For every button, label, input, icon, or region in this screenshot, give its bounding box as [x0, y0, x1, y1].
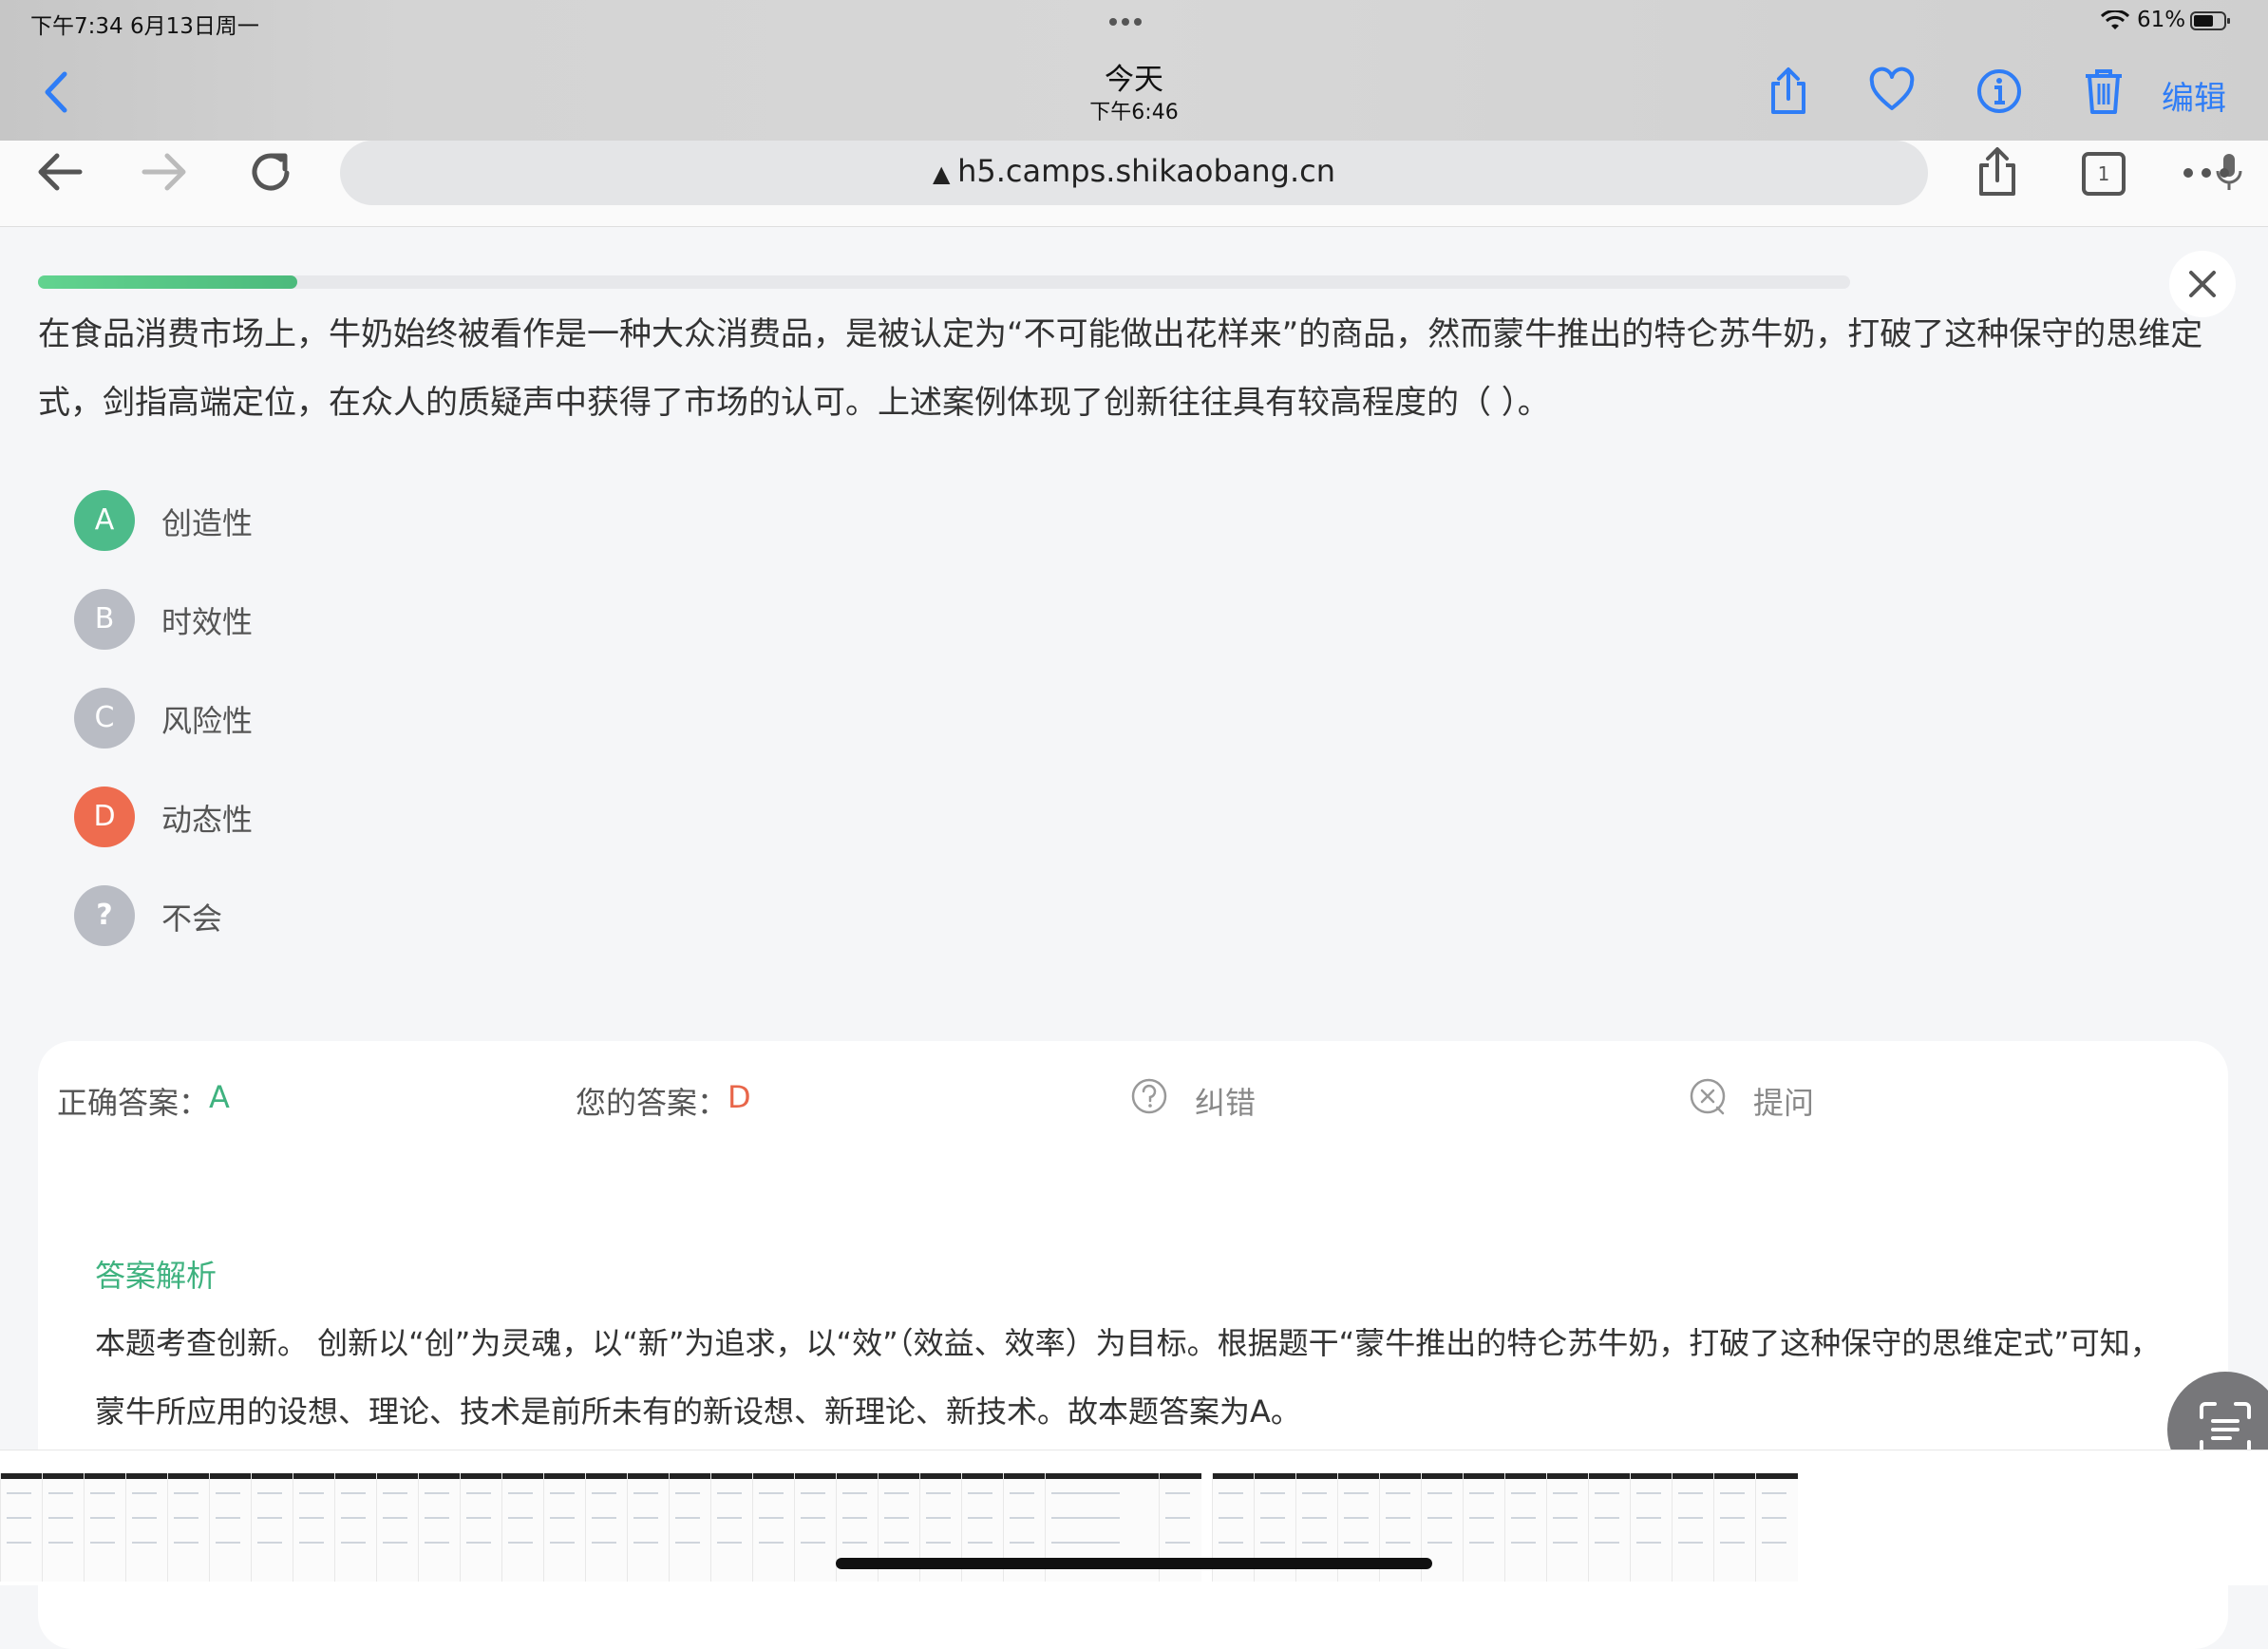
tabs-button[interactable]: 1	[2076, 144, 2131, 199]
ask-button[interactable]: 提问	[1753, 1079, 1814, 1123]
option-d[interactable]: D 动态性	[74, 787, 549, 853]
warning-icon: ▲	[933, 161, 958, 187]
correction-button[interactable]: 纠错	[1195, 1079, 1256, 1123]
battery-icon	[2190, 11, 2230, 30]
option-letter-circle: D	[74, 787, 135, 847]
correct-answer-label: 正确答案：	[57, 1085, 210, 1121]
photo-thumbnail[interactable]	[460, 1473, 502, 1582]
photo-thumbnail[interactable]	[1755, 1473, 1798, 1582]
photo-thumbnail[interactable]	[1504, 1473, 1547, 1582]
photo-thumbnail[interactable]	[752, 1473, 795, 1582]
photo-thumbnail[interactable]	[84, 1473, 126, 1582]
photo-thumbnail[interactable]	[710, 1473, 753, 1582]
multitasking-dots-icon[interactable]	[1109, 11, 1157, 26]
progress-bar	[38, 275, 1850, 289]
trash-icon[interactable]	[2080, 66, 2127, 116]
heart-icon[interactable]	[1868, 66, 1916, 116]
option-label: 创造性	[161, 505, 254, 541]
photo-thumbnail[interactable]	[251, 1473, 293, 1582]
back-arrow-icon[interactable]	[32, 144, 87, 199]
photo-thumbnail[interactable]	[669, 1473, 711, 1582]
wifi-icon	[2101, 10, 2129, 29]
question-text: 在食品消费市场上，牛奶始终被看作是一种大众消费品，是被认定为“不可能做出花样来”…	[38, 315, 2203, 422]
photo-thumbnail[interactable]	[1713, 1473, 1756, 1582]
option-letter-circle: C	[74, 688, 135, 749]
photos-subtitle: 下午6:46	[1089, 101, 1179, 124]
photo-thumbnail[interactable]	[1630, 1473, 1673, 1582]
battery-percentage: 61%	[2137, 8, 2186, 32]
share-icon[interactable]	[1765, 66, 1812, 116]
question-mark-icon: ?	[74, 885, 135, 946]
photo-thumbnail[interactable]	[543, 1473, 586, 1582]
photo-thumbnail[interactable]	[209, 1473, 252, 1582]
photo-thumbnail[interactable]	[585, 1473, 628, 1582]
photo-thumbnail[interactable]	[0, 1473, 43, 1582]
photo-thumbnail[interactable]	[501, 1473, 544, 1582]
option-label: 时效性	[161, 604, 254, 640]
progress-fill	[38, 275, 297, 289]
option-b[interactable]: B 时效性	[74, 589, 549, 655]
analysis-title: 答案解析	[95, 1258, 217, 1294]
info-icon[interactable]	[1975, 66, 2023, 116]
home-indicator[interactable]	[836, 1558, 1432, 1569]
your-answer-label: 您的答案：	[576, 1085, 728, 1121]
photo-thumbnail[interactable]	[334, 1473, 377, 1582]
option-a[interactable]: A 创造性	[74, 490, 549, 557]
option-letter-circle: B	[74, 589, 135, 650]
photo-thumbnail[interactable]	[1546, 1473, 1589, 1582]
option-label: 风险性	[161, 703, 254, 739]
photo-thumbnail[interactable]	[1672, 1473, 1714, 1582]
correct-answer-value: A	[209, 1079, 230, 1115]
photo-thumbnail[interactable]	[293, 1473, 335, 1582]
back-icon[interactable]	[42, 70, 70, 114]
more-icon[interactable]	[2179, 144, 2234, 199]
option-label: 不会	[161, 900, 223, 937]
photo-thumbnail[interactable]	[1588, 1473, 1631, 1582]
tabs-icon: 1	[2082, 152, 2126, 196]
option-label: 动态性	[161, 802, 254, 838]
share-icon[interactable]	[1970, 144, 2025, 199]
address-bar[interactable]: ▲ h5.camps.shikaobang.cn	[340, 141, 2242, 205]
photo-thumbnail[interactable]	[125, 1473, 168, 1582]
photos-title: 今天	[1105, 63, 1163, 97]
photo-thumbnail[interactable]	[1463, 1473, 1505, 1582]
option-dont-know[interactable]: ? 不会	[74, 885, 549, 952]
help-circle-icon[interactable]	[1130, 1077, 1168, 1115]
photo-thumbnail[interactable]	[794, 1473, 837, 1582]
forward-arrow-icon[interactable]	[137, 144, 192, 199]
option-c[interactable]: C 风险性	[74, 688, 549, 754]
photo-thumbnail[interactable]	[42, 1473, 85, 1582]
option-letter-circle: A	[74, 490, 135, 551]
photo-thumbnail[interactable]	[627, 1473, 670, 1582]
analysis-text: 本题考查创新。 创新以“创”为灵魂，以“新”为追求，以“效”（效益、效率）为目标…	[95, 1325, 2161, 1430]
photo-thumbnail[interactable]	[418, 1473, 461, 1582]
url-text: ▲ h5.camps.shikaobang.cn	[933, 153, 1335, 189]
edit-button[interactable]: 编辑	[2162, 72, 2226, 119]
tab-count: 1	[2097, 162, 2110, 185]
ask-question-icon[interactable]	[1689, 1077, 1727, 1115]
photo-thumbnail[interactable]	[376, 1473, 419, 1582]
reload-icon[interactable]	[243, 144, 298, 199]
your-answer-value: D	[728, 1079, 751, 1115]
photo-thumbnail[interactable]	[167, 1473, 210, 1582]
status-time-date: 下午7:34 6月13日周一	[30, 14, 259, 39]
